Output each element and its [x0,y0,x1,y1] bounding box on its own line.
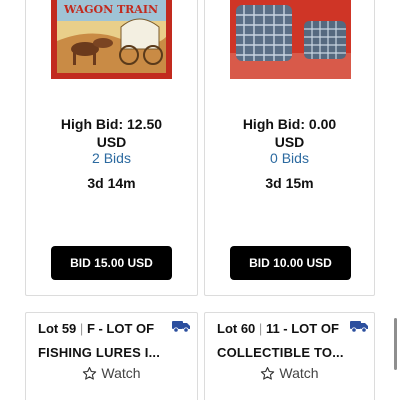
lot-card[interactable]: Lot 60 | 11 - LOT OF COLLECTIBLE TO... W… [204,312,375,400]
watch-label: Watch [101,365,141,381]
watch-button[interactable]: Watch [26,365,197,381]
star-outline-icon [261,366,275,380]
time-left: 3d 14m [87,175,136,191]
bids-link[interactable]: 0 Bids [205,150,374,166]
lot-number: Lot 60 [217,321,256,336]
bid-button[interactable]: BID 10.00 USD [230,246,351,280]
high-bid-amount: High Bid: 12.50 [60,116,163,132]
watch-button[interactable]: Watch [205,365,374,381]
lot-separator: | [258,321,263,336]
lot-card[interactable]: Lot 59 | F - LOT OF FISHING LURES I... W… [25,312,198,400]
lot-separator: | [79,321,84,336]
high-bid-amount: High Bid: 0.00 [242,116,337,132]
star-outline-icon [83,366,97,380]
lot-title-line-2[interactable]: COLLECTIBLE TO... [217,345,344,361]
scrollbar[interactable] [394,318,397,370]
truck-icon [172,321,190,333]
lot-card[interactable]: WAGON TRAIN High Bid: 12.50 USD 2 Bids 3… [25,0,198,296]
high-bid-currency: USD [96,134,127,150]
lot-category: F - LOT OF [86,321,155,336]
blue-basket-pottery-image[interactable] [230,0,351,79]
high-bid: High Bid: 0.00 USD [205,115,374,151]
high-bid-currency: USD [274,134,305,150]
time-left: 3d 15m [265,175,314,191]
lot-number: Lot 59 [38,321,77,336]
lot-title-line-1[interactable]: Lot 60 | 11 - LOT OF [217,321,339,337]
bid-button[interactable]: BID 15.00 USD [51,246,172,280]
truck-icon [350,321,368,333]
wagon-train-lunchbox-image[interactable]: WAGON TRAIN [51,0,172,79]
lot-title-line-1[interactable]: Lot 59 | F - LOT OF [38,321,154,337]
bids-link[interactable]: 2 Bids [26,150,197,166]
lot-title-line-2[interactable]: FISHING LURES I... [38,345,160,361]
lunchbox-title-text: WAGON TRAIN [63,3,158,16]
lot-card[interactable]: High Bid: 0.00 USD 0 Bids 3d 15m BID 10.… [204,0,375,296]
watch-label: Watch [279,365,319,381]
lot-category: 11 - LOT OF [265,321,339,336]
high-bid: High Bid: 12.50 USD [26,115,197,151]
